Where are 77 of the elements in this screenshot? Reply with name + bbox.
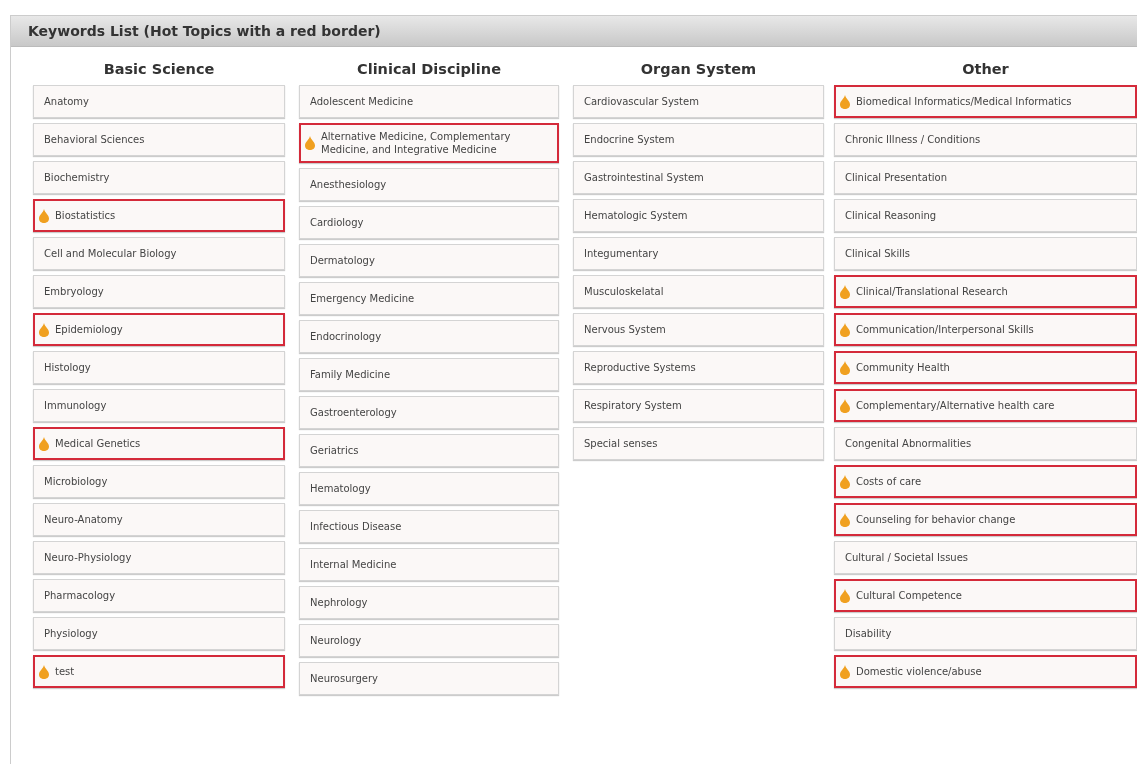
keyword-item[interactable]: Immunology: [33, 389, 285, 422]
keyword-item[interactable]: Clinical Presentation: [834, 161, 1137, 194]
keyword-item[interactable]: Endocrine System: [573, 123, 824, 156]
keyword-item[interactable]: Integumentary: [573, 237, 824, 270]
keyword-item[interactable]: Internal Medicine: [299, 548, 559, 581]
keyword-item[interactable]: Medical Genetics: [33, 427, 285, 460]
keyword-item[interactable]: Endocrinology: [299, 320, 559, 353]
keyword-item[interactable]: Epidemiology: [33, 313, 285, 346]
flame-icon: [840, 284, 850, 299]
keyword-item[interactable]: Costs of care: [834, 465, 1137, 498]
keyword-item[interactable]: Hematologic System: [573, 199, 824, 232]
flame-icon: [840, 474, 850, 489]
keyword-item[interactable]: Counseling for behavior change: [834, 503, 1137, 536]
keyword-item[interactable]: Congenital Abnormalities: [834, 427, 1137, 460]
keyword-item[interactable]: Neuro-Anatomy: [33, 503, 285, 536]
flame-icon: [39, 208, 49, 223]
keyword-item[interactable]: Cell and Molecular Biology: [33, 237, 285, 270]
keyword-item[interactable]: Clinical Skills: [834, 237, 1137, 270]
keyword-item[interactable]: Neurology: [299, 624, 559, 657]
flame-icon: [840, 512, 850, 527]
keyword-item[interactable]: Dermatology: [299, 244, 559, 277]
keyword-item[interactable]: Behavioral Sciences: [33, 123, 285, 156]
keyword-item[interactable]: Special senses: [573, 427, 824, 460]
keyword-item[interactable]: Clinical Reasoning: [834, 199, 1137, 232]
keyword-item[interactable]: Domestic violence/abuse: [834, 655, 1137, 688]
keyword-item[interactable]: Infectious Disease: [299, 510, 559, 543]
keyword-item[interactable]: Gastroenterology: [299, 396, 559, 429]
keyword-item[interactable]: Communication/Interpersonal Skills: [834, 313, 1137, 346]
flame-icon: [39, 436, 49, 451]
keyword-item[interactable]: Alternative Medicine, Complementary Medicine, and Integrative Medicine: [299, 123, 559, 163]
keyword-item[interactable]: Pharmacology: [33, 579, 285, 612]
flame-icon: [840, 588, 850, 603]
keyword-item[interactable]: test: [33, 655, 285, 688]
flame-icon: [840, 322, 850, 337]
keyword-item[interactable]: Anatomy: [33, 85, 285, 118]
keyword-item[interactable]: Gastrointestinal System: [573, 161, 824, 194]
keyword-item[interactable]: Biomedical Informatics/Medical Informatics: [834, 85, 1137, 118]
keyword-item[interactable]: Community Health: [834, 351, 1137, 384]
flame-icon: [840, 664, 850, 679]
keyword-item[interactable]: Hematology: [299, 472, 559, 505]
column-heading: Basic Science: [102, 61, 216, 79]
panel-title: Keywords List (Hot Topics with a red border): [28, 23, 381, 39]
keyword-item[interactable]: Geriatrics: [299, 434, 559, 467]
flame-icon: [39, 322, 49, 337]
flame-icon: [39, 664, 49, 679]
keyword-item[interactable]: Chronic Illness / Conditions: [834, 123, 1137, 156]
keyword-item[interactable]: Neuro-Physiology: [33, 541, 285, 574]
flame-icon: [840, 94, 850, 109]
keyword-item[interactable]: Emergency Medicine: [299, 282, 559, 315]
column-heading: Organ System: [639, 61, 758, 79]
keyword-item[interactable]: Anesthesiology: [299, 168, 559, 201]
flame-icon: [305, 136, 315, 150]
column-heading: Other: [961, 61, 1010, 79]
keyword-item[interactable]: Biostatistics: [33, 199, 285, 232]
flame-icon: [840, 360, 850, 375]
keyword-item[interactable]: Nervous System: [573, 313, 824, 346]
keyword-item[interactable]: Embryology: [33, 275, 285, 308]
keyword-item[interactable]: Disability: [834, 617, 1137, 650]
keyword-item[interactable]: Nephrology: [299, 586, 559, 619]
keyword-item[interactable]: Histology: [33, 351, 285, 384]
keyword-item[interactable]: Complementary/Alternative health care: [834, 389, 1137, 422]
flame-icon: [840, 398, 850, 413]
keyword-item[interactable]: Adolescent Medicine: [299, 85, 559, 118]
keyword-item[interactable]: Cultural / Societal Issues: [834, 541, 1137, 574]
keyword-item[interactable]: Microbiology: [33, 465, 285, 498]
keyword-item[interactable]: Physiology: [33, 617, 285, 650]
column-heading: Clinical Discipline: [356, 61, 502, 79]
keyword-item[interactable]: Cultural Competence: [834, 579, 1137, 612]
keyword-item[interactable]: Family Medicine: [299, 358, 559, 391]
keyword-item[interactable]: Cardiovascular System: [573, 85, 824, 118]
keyword-item[interactable]: Neurosurgery: [299, 662, 559, 695]
keyword-item[interactable]: Cardiology: [299, 206, 559, 239]
keyword-item[interactable]: Respiratory System: [573, 389, 824, 422]
keyword-item[interactable]: Biochemistry: [33, 161, 285, 194]
keyword-item[interactable]: Musculoskelatal: [573, 275, 824, 308]
keyword-item[interactable]: Reproductive Systems: [573, 351, 824, 384]
keyword-item[interactable]: Clinical/Translational Research: [834, 275, 1137, 308]
